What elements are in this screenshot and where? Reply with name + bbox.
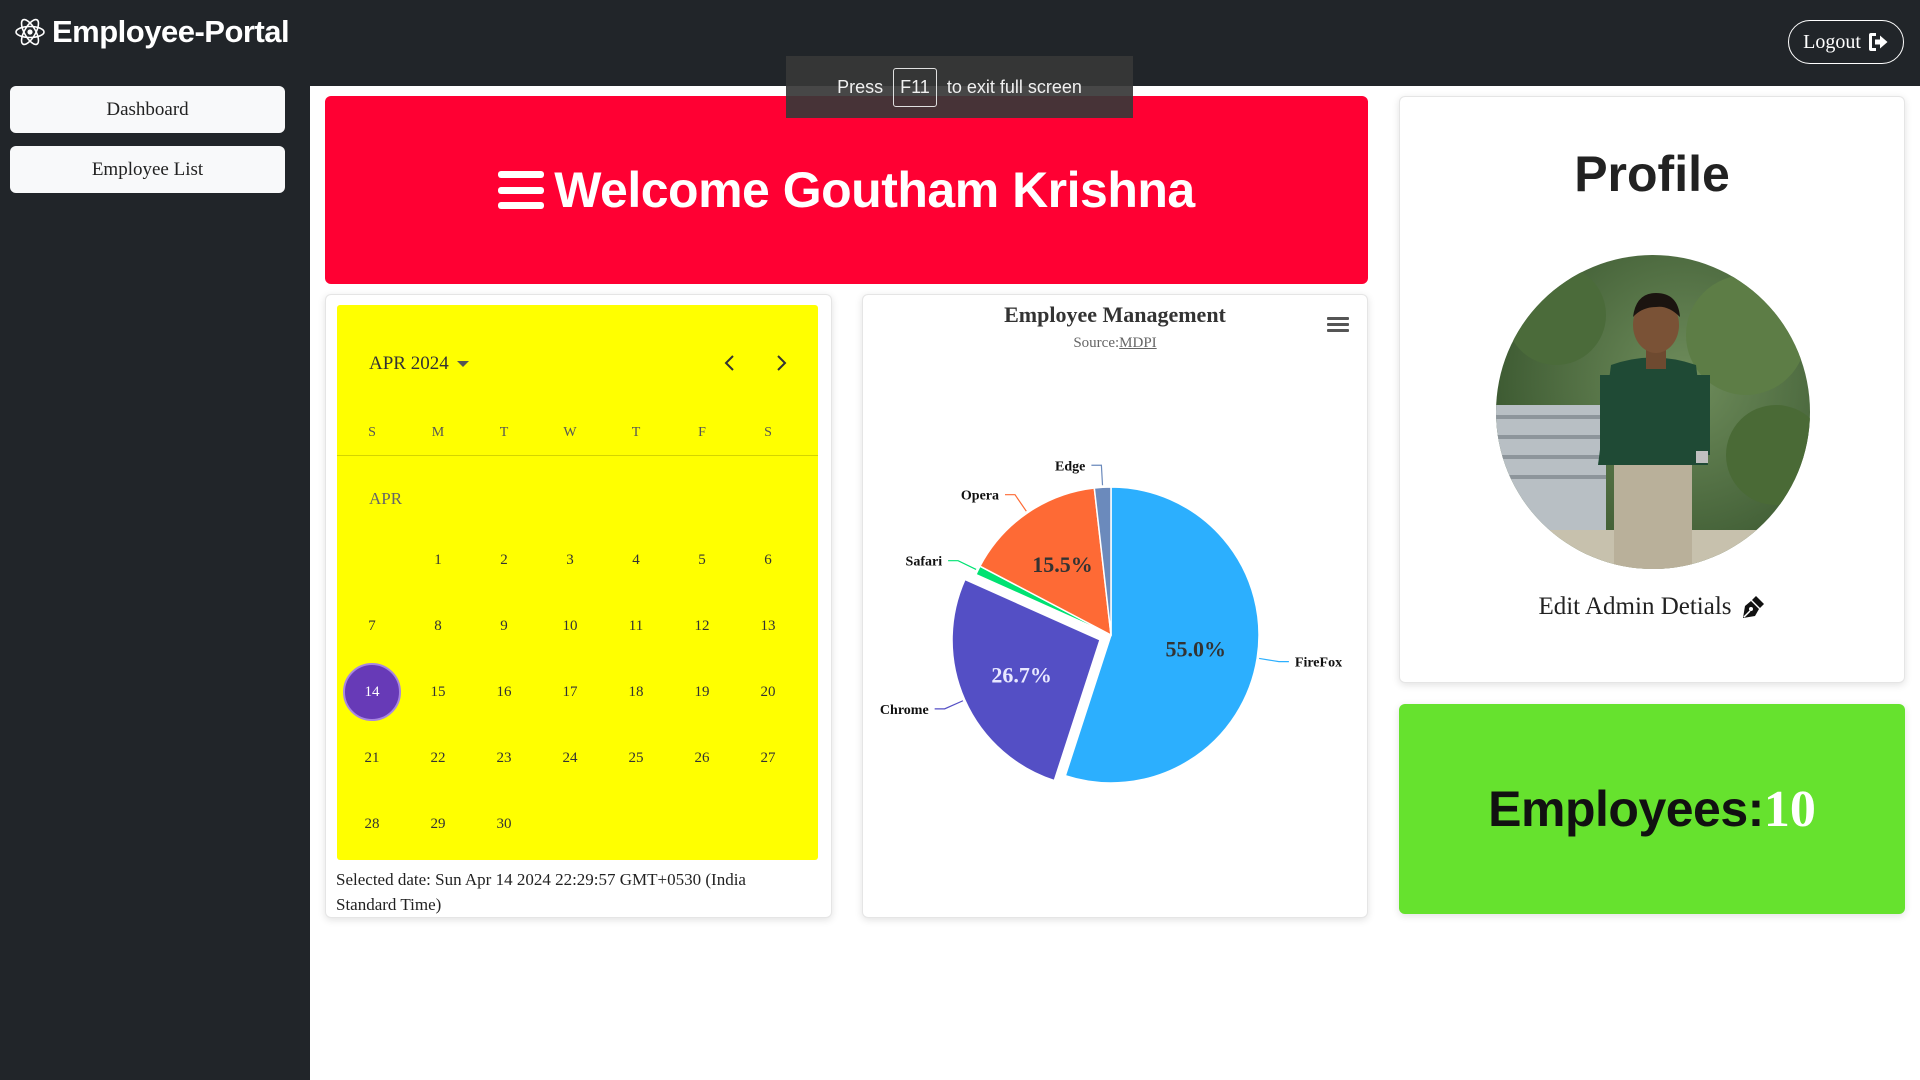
calendar-day[interactable]: 29 <box>409 795 467 853</box>
chart-title: Employee Management <box>1004 302 1226 327</box>
calendar-divider <box>337 455 818 456</box>
calendar-day[interactable]: 19 <box>673 663 731 721</box>
selected-date-text: Selected date: Sun Apr 14 2024 22:29:57 … <box>336 870 746 914</box>
slice-name-label: Opera <box>961 489 999 504</box>
calendar-day[interactable]: 23 <box>475 729 533 787</box>
fullscreen-toast: Press F11 to exit full screen <box>786 56 1133 118</box>
calendar-card: APR 2024 SMTWTFS APR 1 2 3 4 5 6 7 8 9 10 11 12 13 14… <box>325 294 832 918</box>
month-label: APR <box>369 489 403 508</box>
slice-percent-label: 26.7% <box>991 663 1052 688</box>
calendar-day[interactable]: 9 <box>475 597 533 655</box>
slice-name-label: Edge <box>1055 459 1085 474</box>
avatar <box>1496 255 1810 569</box>
slice-name-label: Chrome <box>880 703 929 718</box>
profile-card: Profile Edit Admin Detials <box>1399 96 1905 683</box>
slice-percent-label: 55.0% <box>1166 636 1227 661</box>
weekday-label: T <box>631 425 641 440</box>
profile-photo <box>1496 255 1810 569</box>
chevron-left-icon <box>724 355 734 371</box>
slice-connector <box>1091 464 1104 486</box>
selected-day[interactable]: 14 <box>343 663 401 721</box>
chart-menu-icon[interactable] <box>1327 317 1349 333</box>
slice-name-label: FireFox <box>1295 656 1342 671</box>
calendar-day[interactable]: 1 <box>409 531 467 589</box>
weekday-label: S <box>764 425 772 440</box>
sidebar-item-employee-list[interactable]: Employee List <box>10 146 285 193</box>
calendar-day[interactable]: 2 <box>475 531 533 589</box>
edit-admin-label: Edit Admin Detials <box>1538 593 1732 620</box>
slice-connector <box>934 700 964 710</box>
chart-subtitle: Source:MDPI <box>863 335 1367 352</box>
toast-key: F11 <box>893 67 937 107</box>
calendar-day[interactable]: 12 <box>673 597 731 655</box>
sidebar-item-dashboard[interactable]: Dashboard <box>10 86 285 133</box>
brand[interactable]: Employee-Portal <box>14 14 290 50</box>
chart-source-link[interactable]: MDPI <box>1119 335 1157 351</box>
employees-count-card: Employees: 10 <box>1399 704 1905 914</box>
calendar-day[interactable]: 17 <box>541 663 599 721</box>
weekday-label: S <box>368 425 376 440</box>
calendar-day[interactable]: 24 <box>541 729 599 787</box>
sign-out-icon <box>1868 33 1888 51</box>
calendar-day[interactable]: 6 <box>739 531 797 589</box>
slice-connector <box>948 560 977 570</box>
calendar-day[interactable]: 26 <box>673 729 731 787</box>
sidebar-item-label: Employee List <box>91 158 204 180</box>
calendar-day[interactable]: 7 <box>343 597 401 655</box>
month-year-selector[interactable]: APR 2024 <box>369 353 469 375</box>
welcome-text: Welcome Goutham Krishna <box>554 162 1195 218</box>
month-year-label: APR 2024 <box>369 353 449 374</box>
calendar: APR 2024 SMTWTFS APR 1 2 3 4 5 6 7 8 9 10 11 12 13 14… <box>337 305 818 860</box>
slice-connector <box>1005 494 1027 512</box>
toast-press-text: Press <box>837 76 884 97</box>
hamburger-menu-icon[interactable] <box>498 171 545 209</box>
chevron-right-icon <box>777 355 787 371</box>
caret-down-icon <box>456 361 469 367</box>
atom-logo-icon <box>15 18 45 46</box>
calendar-day[interactable]: 25 <box>607 729 665 787</box>
weekday-label: T <box>499 425 509 440</box>
calendar-day[interactable]: 21 <box>343 729 401 787</box>
calendar-day[interactable]: 30 <box>475 795 533 853</box>
profile-title: Profile <box>1574 146 1730 202</box>
calendar-day[interactable]: 8 <box>409 597 467 655</box>
slice-name-label: Safari <box>906 555 943 570</box>
brand-title: Employee-Portal <box>52 14 290 49</box>
previous-month-button[interactable] <box>722 351 738 382</box>
logout-label: Logout <box>1803 30 1861 53</box>
calendar-day[interactable]: 15 <box>409 663 467 721</box>
pie-chart: 55.0% FireFox 26.7% Chrome Safari 15.5% Opera E… <box>880 459 1342 784</box>
pen-nib-icon <box>1742 596 1764 618</box>
welcome-banner: Welcome Goutham Krishna <box>325 96 1368 284</box>
slice-connector <box>1259 657 1289 663</box>
calendar-day[interactable]: 13 <box>739 597 797 655</box>
calendar-day[interactable]: 4 <box>607 531 665 589</box>
calendar-day[interactable]: 10 <box>541 597 599 655</box>
calendar-day[interactable]: 18 <box>607 663 665 721</box>
chart-card: Employee Management Source:MDPI 55.0% Fir… <box>862 294 1368 918</box>
employees-label: Employees: <box>1488 781 1764 837</box>
weekday-label: M <box>431 425 445 440</box>
weekday-label: W <box>563 425 577 440</box>
employees-count: 10 <box>1763 780 1816 838</box>
chart-subtitle-prefix: Source: <box>1073 335 1120 351</box>
calendar-day[interactable]: 28 <box>343 795 401 853</box>
sidebar-item-label: Dashboard <box>106 98 189 120</box>
calendar-day[interactable]: 20 <box>739 663 797 721</box>
toast-suffix-text: to exit full screen <box>946 76 1082 97</box>
edit-admin-details-button[interactable]: Edit Admin Detials <box>1400 593 1904 621</box>
calendar-day[interactable]: 5 <box>673 531 731 589</box>
sidebar: Dashboard Employee List <box>0 86 310 1080</box>
calendar-day[interactable]: 11 <box>607 597 665 655</box>
weekday-label: F <box>698 425 706 440</box>
logout-button[interactable]: Logout <box>1788 20 1904 64</box>
calendar-day[interactable]: 3 <box>541 531 599 589</box>
slice-percent-label: 15.5% <box>1032 552 1093 577</box>
calendar-day[interactable]: 16 <box>475 663 533 721</box>
calendar-day[interactable]: 22 <box>409 729 467 787</box>
calendar-day[interactable]: 27 <box>739 729 797 787</box>
next-month-button[interactable] <box>773 351 789 382</box>
